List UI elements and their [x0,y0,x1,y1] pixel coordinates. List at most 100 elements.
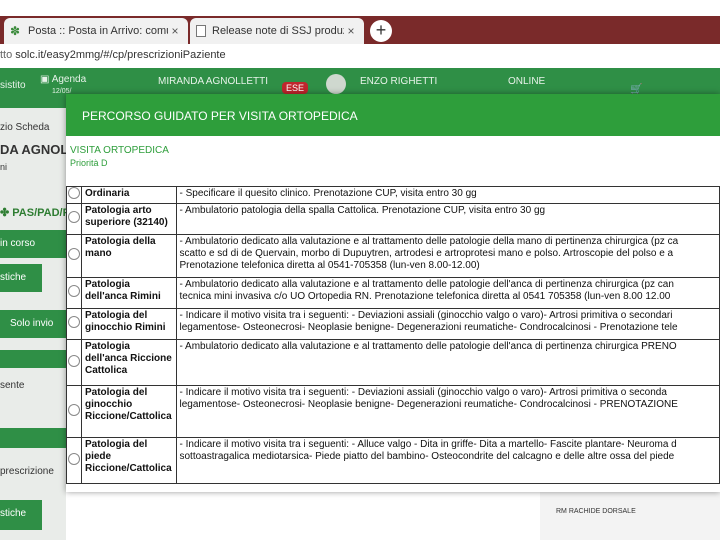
description-line: sottoastragalica mediotarsica- Piede pia… [179,451,675,462]
url-rest: solc.it/easy2mmg/#/cp/prescrizioniPazien… [15,49,226,61]
path-description: - Indicare il motivo visita tra i seguen… [175,437,720,484]
path-name: Patologia del ginocchio Rimini [80,308,177,340]
description-line: Prenotazione telefonica diretta al 0541-… [179,260,480,271]
path-name: Patologia del piede Riccione/Cattolica [80,437,177,484]
sidebar-sente[interactable]: sente [0,380,24,391]
agenda-link[interactable]: ▣ Agenda [40,74,86,85]
description-line: - Indicare il motivo visita tra i seguen… [179,439,677,450]
modal-title: PERCORSO GUIDATO PER VISITA ORTOPEDICA [66,94,720,136]
table-row[interactable]: Patologia della mano - Ambulatorio dedica… [66,234,720,278]
description-line: - Indicare il motivo visita tra i seguen… [179,310,673,321]
radio-cell [66,308,82,340]
path-description: - Specificare il quesito clinico. Prenot… [175,186,720,204]
tab-label: Release note di SSJ produzione [212,25,344,37]
url-text: tto solc.it/easy2mmg/#/cp/prescrizioniPa… [0,49,226,61]
table-row[interactable]: Patologia dell'anca Riccione Cattolica - … [66,339,720,386]
sidebar-green-bar [0,350,66,368]
path-description: - Ambulatorio patologia della spalla Cat… [175,203,720,235]
path-radio-button[interactable] [67,187,80,199]
path-name: Patologia della mano [80,234,177,278]
path-radio-button[interactable] [67,403,80,416]
path-description: - Ambulatorio dedicato alla valutazione … [175,234,720,278]
table-row[interactable]: Patologia del piede Riccione/Cattolica - … [66,437,720,484]
path-radio-button[interactable] [67,452,80,465]
path-name: Patologia arto superiore (32140) [80,203,177,235]
radio-cell [66,203,82,235]
description-line: legamentose- Osteonecrosi- Neoplasie ben… [179,399,678,410]
url-prefix: tto [0,49,13,61]
agenda-label: Agenda [51,74,87,85]
radio-cell [66,277,82,309]
online-status: ONLINE [508,76,546,87]
path-description: - Ambulatorio dedicato alla valutazione … [175,339,720,386]
radio-cell [66,186,82,204]
path-name: Patologia del ginocchio Riccione/Cattoli… [80,385,177,438]
path-name: Patologia dell'anca Rimini [80,277,177,309]
description-line: legamentose- Osteonecrosi- Neoplasie ben… [179,322,678,333]
new-tab-button[interactable]: + [370,20,392,42]
sidebar-prescrizione[interactable]: prescrizione [0,466,54,477]
sidebar-solo-invio[interactable]: Solo invio [0,310,66,338]
radio-cell [66,437,82,484]
sidebar: zio Scheda DA AGNOL ni ✤ PAS/PAD/F in co… [0,108,69,540]
description-line: tecnica mini invasiva c/o UO Ortopedia R… [179,291,671,302]
path-radio-button[interactable] [67,354,80,367]
description-line: - Ambulatorio dedicato alla valutazione … [179,236,679,247]
calendar-icon: ▣ [40,74,50,85]
sidebar-in-corso[interactable]: in corso [0,230,66,258]
guided-path-modal: PERCORSO GUIDATO PER VISITA ORTOPEDICA V… [66,94,720,492]
table-row[interactable]: Ordinaria - Specificare il quesito clinic… [66,186,720,204]
close-icon[interactable]: × [344,24,358,38]
sidebar-stiche-2[interactable]: stiche [0,500,42,530]
radio-cell [66,339,82,386]
table-row[interactable]: Patologia dell'anca Rimini - Ambulatorio … [66,277,720,309]
path-radio-button[interactable] [67,211,80,223]
sidebar-pas-label: PAS/PAD/F [12,207,70,219]
table-row[interactable]: Patologia del ginocchio Riccione/Cattoli… [66,385,720,438]
gear-icon: ✽ [10,24,21,38]
sidebar-stiche[interactable]: stiche [0,264,42,292]
path-description: - Indicare il motivo visita tra i seguen… [175,308,720,340]
patient-name: ENZO RIGHETTI [360,76,438,87]
tab-bar-top-area [0,0,720,16]
tab-label: Posta :: Posta in Arrivo: comuni [28,25,168,37]
address-bar[interactable]: tto solc.it/easy2mmg/#/cp/prescrizioniPa… [0,44,720,69]
path-description: - Indicare il motivo visita tra i seguen… [175,385,720,438]
description-line: - Ambulatorio dedicato alla valutazione … [179,341,677,352]
path-options-table: Ordinaria - Specificare il quesito clinic… [66,186,720,484]
tab-posta[interactable]: ✽ Posta :: Posta in Arrivo: comuni × [4,18,188,44]
path-radio-button[interactable] [67,285,80,297]
table-row[interactable]: Patologia del ginocchio Rimini - Indicare… [66,308,720,340]
sidebar-scheda[interactable]: zio Scheda [0,122,49,133]
status-badge[interactable]: ESE [282,82,309,94]
sidebar-green-bar-2 [0,428,66,448]
priority-label: Priorità D [70,158,108,168]
description-line: - Ambulatorio dedicato alla valutazione … [179,279,674,290]
sidebar-patient-name: DA AGNOL [0,142,69,157]
radio-cell [66,385,82,438]
browser-tab-bar: ✽ Posta :: Posta in Arrivo: comuni × Rel… [0,0,720,44]
document-icon [196,25,206,37]
background-item: RM RACHIDE DORSALE [556,508,636,515]
avatar [326,74,346,94]
path-radio-button[interactable] [67,316,80,328]
tab-release-notes[interactable]: Release note di SSJ produzione × [190,18,364,44]
solo-invio-label: Solo invio [10,318,54,329]
table-row[interactable]: Patologia arto superiore (32140) - Ambula… [66,203,720,235]
radio-cell [66,234,82,278]
path-radio-button[interactable] [67,248,80,260]
header-left-text[interactable]: sistito [0,80,26,91]
description-line: - Specificare il quesito clinico. Prenot… [179,188,477,199]
leaf-icon: ✤ [0,207,10,219]
doctor-name: MIRANDA AGNOLLETTI [158,76,269,87]
description-line: - Indicare il motivo visita tra i seguen… [179,387,667,398]
close-icon[interactable]: × [168,24,182,38]
sidebar-patient-sub: ni [0,162,8,172]
path-name: Ordinaria [80,186,177,204]
path-description: - Ambulatorio dedicato alla valutazione … [175,277,720,309]
description-line: scatto e sd di de Quervain, morbo di Dup… [179,248,674,259]
sidebar-pas[interactable]: ✤ PAS/PAD/F [0,206,69,219]
path-name: Patologia dell'anca Riccione Cattolica [80,339,177,386]
visit-name: VISITA ORTOPEDICA [70,145,169,156]
description-line: - Ambulatorio patologia della spalla Cat… [179,205,546,216]
